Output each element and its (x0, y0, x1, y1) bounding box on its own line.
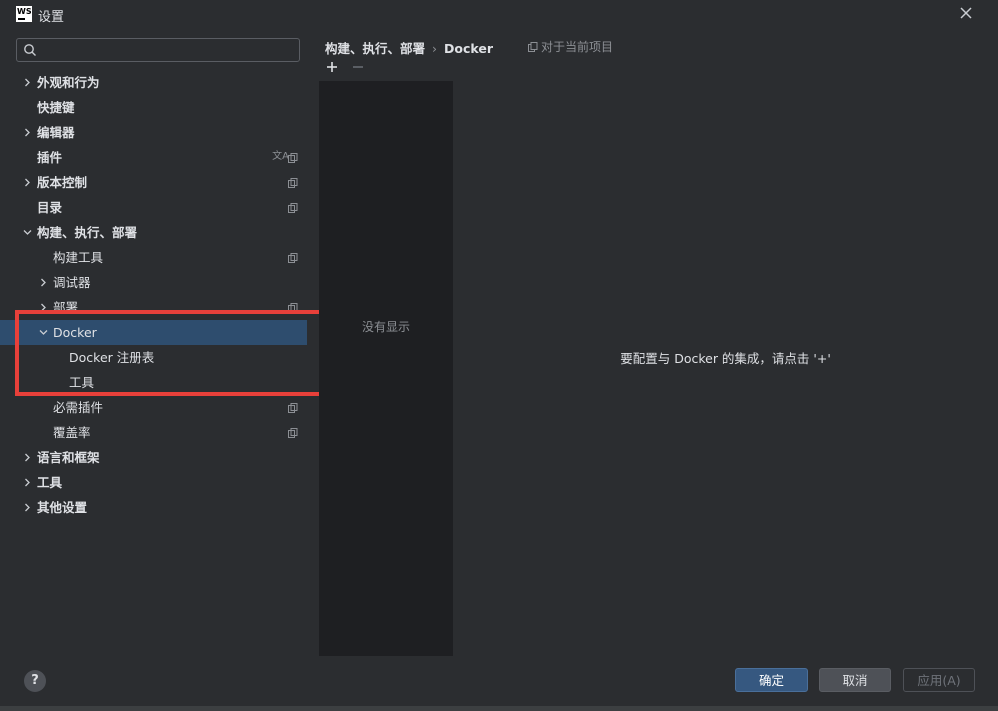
tree-item[interactable]: 覆盖率 (0, 420, 307, 445)
tree-item[interactable]: Docker 注册表 (0, 345, 307, 370)
window-bottom-edge (0, 706, 998, 711)
translate-icon: 文A (272, 151, 289, 162)
add-icon[interactable] (325, 60, 339, 74)
close-icon[interactable] (957, 4, 975, 22)
search-input[interactable] (41, 41, 295, 59)
help-button[interactable]: ? (24, 670, 46, 692)
tree-item[interactable]: 构建、执行、部署 (0, 220, 307, 245)
chevron-right-icon[interactable] (23, 78, 32, 87)
copy-icon (288, 203, 298, 213)
chevron-right-icon[interactable] (23, 178, 32, 187)
tree-item-label: 覆盖率 (53, 425, 91, 440)
tree-item[interactable]: 快捷键 (0, 95, 307, 120)
copy-icon (288, 303, 298, 313)
tree-item[interactable]: 外观和行为 (0, 70, 307, 95)
settings-sidebar: 外观和行为快捷键编辑器插件 文A 版本控制目录构建、执行、部署构建工具调试器部署 Do… (0, 30, 309, 660)
copy-icon (288, 253, 298, 263)
tree-item-label: 构建工具 (53, 250, 104, 265)
tree-item[interactable]: 编辑器 (0, 120, 307, 145)
webstorm-logo: WS (16, 6, 32, 22)
apply-button[interactable]: 应用(A) (903, 668, 975, 692)
tree-item-label: 版本控制 (37, 175, 88, 190)
remove-icon[interactable] (351, 60, 365, 74)
tree-item-label: 工具 (69, 375, 95, 390)
tree-item[interactable]: 必需插件 (0, 395, 307, 420)
breadcrumb-item-parent[interactable]: 构建、执行、部署 (325, 41, 425, 56)
tree-item-label: 必需插件 (53, 400, 104, 415)
docker-list-panel[interactable]: 没有显示 (319, 81, 453, 656)
tree-item-label: 目录 (37, 200, 63, 215)
tree-item[interactable]: 构建工具 (0, 245, 307, 270)
breadcrumb: 构建、执行、部署 › Docker (325, 38, 493, 57)
window-title: 设置 (38, 10, 65, 25)
chevron-right-icon[interactable] (23, 478, 32, 487)
search-field[interactable] (16, 38, 300, 62)
tree-item[interactable]: 目录 (0, 195, 307, 220)
tree-item-label: Docker (53, 325, 97, 340)
copy-icon (288, 178, 298, 188)
chevron-down-icon[interactable] (39, 328, 48, 337)
copy-icon (288, 428, 298, 438)
chevron-right-icon[interactable] (39, 303, 48, 312)
tree-item-label: 其他设置 (37, 500, 88, 515)
tree-item[interactable]: 部署 (0, 295, 307, 320)
tree-item-label: Docker 注册表 (69, 350, 155, 365)
tree-item-label: 构建、执行、部署 (37, 225, 138, 240)
tree-item[interactable]: 版本控制 (0, 170, 307, 195)
chevron-right-icon[interactable] (23, 128, 32, 137)
tree-item-label: 外观和行为 (37, 75, 100, 90)
copy-icon (288, 153, 298, 163)
tree-item[interactable]: 语言和框架 (0, 445, 307, 470)
tree-item[interactable]: Docker (0, 320, 307, 345)
tree-item[interactable]: 调试器 (0, 270, 307, 295)
breadcrumb-separator: › (432, 41, 438, 56)
dialog-footer: ? 确定 取消 应用(A) (0, 660, 998, 711)
tree-item-label: 工具 (37, 475, 63, 490)
tree-item-label: 插件 (37, 150, 63, 165)
tree-item[interactable]: 工具 (0, 370, 307, 395)
search-icon (24, 44, 36, 56)
tree-item-label: 编辑器 (37, 125, 75, 140)
tree-item[interactable]: 插件 文A (0, 145, 307, 170)
docker-config-hint: 要配置与 Docker 的集成，请点击 '+' (620, 351, 831, 366)
copy-icon (288, 403, 298, 413)
chevron-right-icon[interactable] (23, 503, 32, 512)
tree-item[interactable]: 工具 (0, 470, 307, 495)
scope-label: 对于当前项目 (541, 40, 614, 54)
chevron-right-icon[interactable] (23, 453, 32, 462)
chevron-right-icon[interactable] (39, 278, 48, 287)
scope-indicator: 对于当前项目 (528, 38, 613, 55)
chevron-down-icon[interactable] (23, 228, 32, 237)
breadcrumb-item-current: Docker (444, 41, 494, 56)
ok-button[interactable]: 确定 (735, 668, 808, 692)
empty-list-text: 没有显示 (361, 320, 410, 334)
tree-item-label: 调试器 (53, 275, 91, 290)
cancel-button[interactable]: 取消 (819, 668, 891, 692)
tree-item[interactable]: 其他设置 (0, 495, 307, 520)
tree-item-label: 部署 (53, 300, 79, 315)
tree-item-label: 语言和框架 (37, 450, 100, 465)
copy-icon (528, 42, 538, 52)
content-panel: 构建、执行、部署 › Docker 对于当前项目 没有显示 要配置与 Docker … (309, 30, 998, 660)
title-bar: WS 设置 (0, 0, 998, 30)
tree-item-label: 快捷键 (37, 100, 75, 115)
